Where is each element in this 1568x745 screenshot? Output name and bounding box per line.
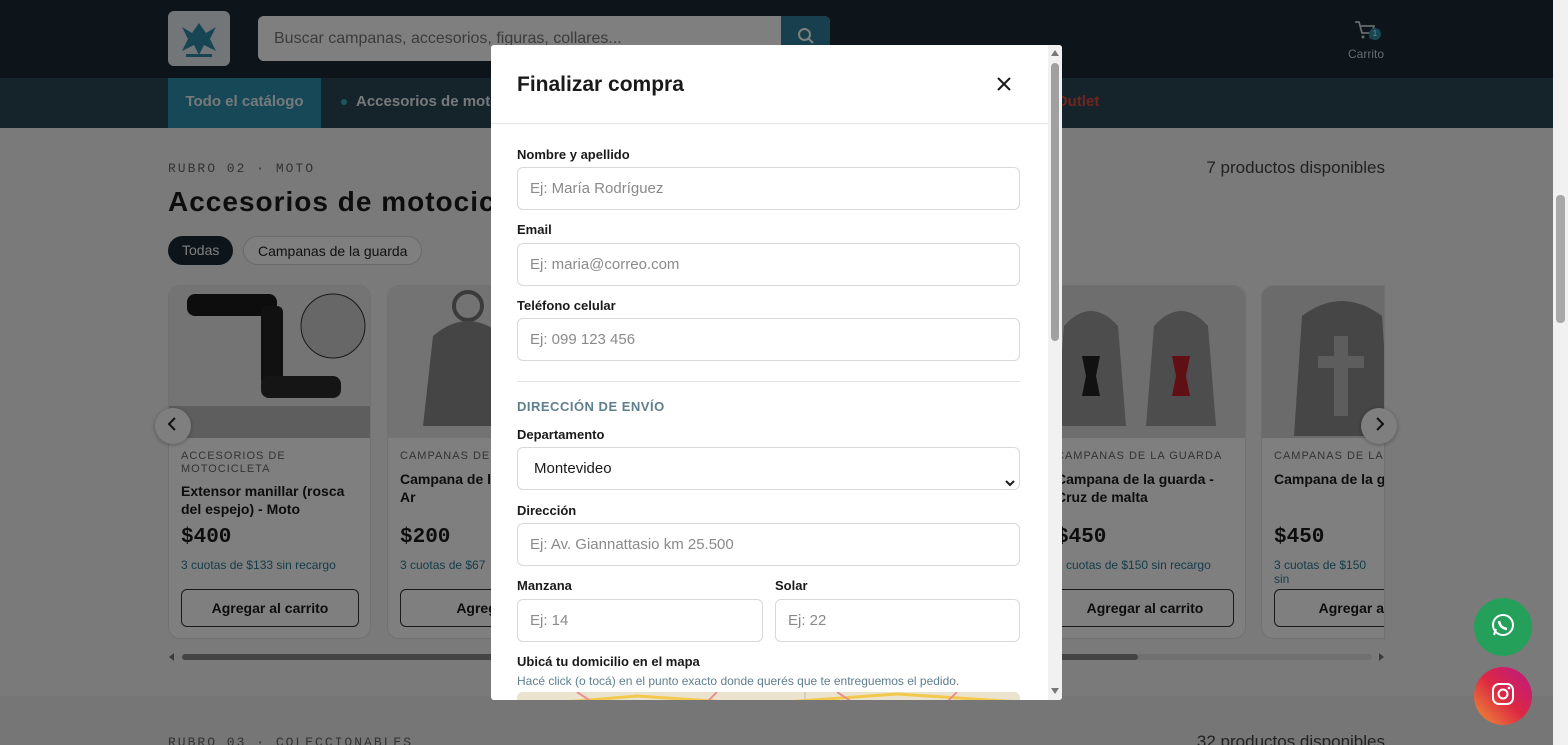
chevron-down-icon [1005, 463, 1015, 504]
lot-label: Solar [775, 578, 808, 593]
lot-field[interactable] [775, 599, 1020, 642]
location-map[interactable] [517, 692, 1020, 700]
map-label: Ubicá tu domicilio en el mapa [517, 654, 700, 669]
block-field[interactable] [517, 599, 763, 642]
page-scrollbar[interactable] [1553, 0, 1568, 745]
email-field[interactable] [517, 243, 1020, 286]
instagram-button[interactable] [1474, 667, 1532, 725]
page-scroll-thumb[interactable] [1556, 195, 1565, 323]
department-select[interactable]: Montevideo [517, 447, 1020, 490]
email-label: Email [517, 222, 552, 237]
address-field[interactable] [517, 523, 1020, 566]
phone-label: Teléfono celular [517, 298, 616, 313]
modal-title: Finalizar compra [517, 73, 684, 96]
modal-scroll-thumb[interactable] [1051, 63, 1059, 341]
scroll-down-icon [1051, 688, 1059, 694]
whatsapp-button[interactable] [1474, 598, 1532, 656]
close-icon [996, 76, 1012, 97]
map-hint: Hacé click (o tocá) en el punto exacto d… [517, 674, 960, 688]
department-value: Montevideo [534, 460, 612, 477]
whatsapp-icon [1490, 612, 1516, 643]
name-field[interactable] [517, 167, 1020, 210]
scroll-up-icon [1051, 50, 1059, 56]
instagram-icon [1490, 681, 1516, 712]
shipping-heading: DIRECCIÓN DE ENVÍO [517, 399, 665, 414]
name-label: Nombre y apellido [517, 147, 630, 162]
checkout-modal: Finalizar compra Nombre y apellido Email… [491, 45, 1062, 700]
phone-field[interactable] [517, 318, 1020, 361]
close-button[interactable] [991, 73, 1017, 99]
block-label: Manzana [517, 578, 572, 593]
section-divider [517, 381, 1020, 382]
address-label: Dirección [517, 503, 577, 518]
modal-divider [491, 123, 1048, 124]
department-label: Departamento [517, 427, 605, 442]
modal-scrollbar[interactable] [1048, 45, 1062, 700]
